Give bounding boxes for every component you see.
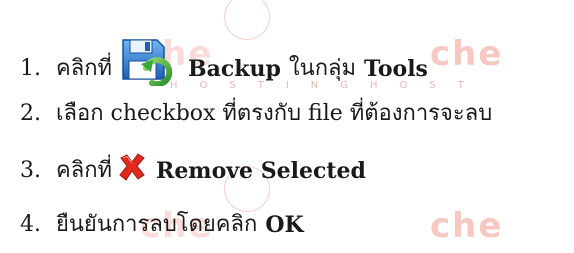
step-bold-text: Tools — [364, 56, 428, 82]
step-number: 4. — [20, 212, 41, 237]
step-text: คลิกที่ — [56, 158, 113, 183]
watermark-logo-circle — [224, 0, 270, 40]
step-number: 2. — [20, 101, 41, 126]
watermark-brand: che — [430, 34, 504, 74]
step-number: 1. — [20, 56, 41, 81]
step-bold-text: Remove Selected — [156, 158, 366, 184]
step-4: 4. ยืนยันการลบโดยคลิก OK — [20, 210, 304, 240]
step-3: 3. คลิกที่ Remove Selected — [20, 153, 366, 186]
step-text: ยืนยันการลบโดยคลิก — [56, 212, 258, 237]
instruction-page: che che che che HOSTINGHOST 1. คลิกที่ B… — [0, 0, 574, 253]
step-bold-text: OK — [265, 212, 304, 238]
step-text: คลิกที่ — [56, 56, 113, 81]
watermark-brand: che — [430, 206, 504, 246]
step-text: เลือก checkbox ที่ตรงกับ file ที่ต้องการ… — [56, 101, 493, 126]
step-2: 2. เลือก checkbox ที่ตรงกับ file ที่ต้อง… — [20, 99, 492, 129]
backup-floppy-icon — [120, 36, 174, 88]
step-1: 1. คลิกที่ Backup ในกลุ่ม Tools — [20, 39, 428, 94]
remove-x-icon — [118, 153, 146, 181]
step-text: ในกลุ่ม — [288, 56, 356, 81]
step-bold-text: Backup — [188, 56, 281, 82]
step-number: 3. — [20, 158, 41, 183]
